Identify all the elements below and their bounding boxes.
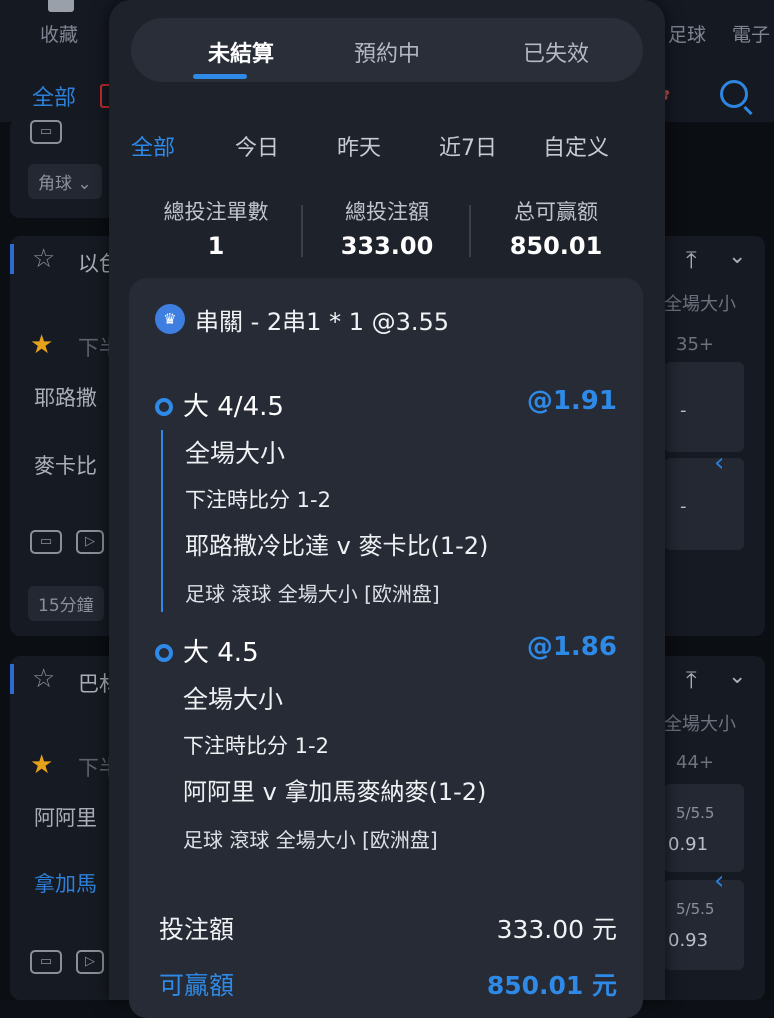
active-tab-indicator xyxy=(193,74,247,79)
market-label-1: 全場大小 xyxy=(664,294,736,315)
pin-top-icon[interactable]: ⤒ xyxy=(686,666,697,694)
stat-value-count: 1 xyxy=(207,232,225,260)
nav-favorites[interactable]: 收藏 xyxy=(40,20,78,47)
filter-custom[interactable]: 自定义 xyxy=(543,130,609,162)
card-accent xyxy=(10,244,14,274)
nav-esports[interactable]: 電子 xyxy=(732,20,770,47)
star-outline-icon[interactable]: ☆ xyxy=(32,664,55,694)
stat-value-win: 850.01 xyxy=(509,232,603,260)
leg-2-odds: @1.86 xyxy=(526,632,617,662)
leg-2-meta: 足球 滾球 全場大小 [欧洲盘] xyxy=(183,828,438,852)
away-team-1: 麥卡比 xyxy=(34,454,97,478)
leg-1-pick: 大 4/4.5 xyxy=(183,392,284,422)
pitch-icon[interactable]: ▭ xyxy=(30,120,62,144)
tab-expired[interactable]: 已失效 xyxy=(481,36,631,68)
chevron-left-icon[interactable]: ‹ xyxy=(714,448,724,478)
win-value: 850.01 元 xyxy=(486,971,617,1000)
leg-1-match: 耶路撒冷比達 v 麥卡比(1-2) xyxy=(185,532,489,560)
odds-button[interactable] xyxy=(664,784,744,872)
leg-1-meta: 足球 滾球 全場大小 [欧洲盘] xyxy=(185,582,440,606)
home-team-2: 阿阿里 xyxy=(34,806,97,830)
video-icon[interactable]: ▷ xyxy=(76,950,104,974)
filter-7days[interactable]: 近7日 xyxy=(439,130,497,162)
market-label-2: 全場大小 xyxy=(664,714,736,735)
time-chip[interactable]: 15分鐘 xyxy=(28,586,104,621)
stake-value: 333.00 元 xyxy=(496,915,617,944)
odds-value-2: 0.93 xyxy=(668,930,709,951)
win-label: 可贏額 xyxy=(159,971,235,1000)
odds-line-1: 5/5.5 xyxy=(676,804,715,822)
stat-label-win: 总可赢额 xyxy=(514,200,598,224)
tab-reserved[interactable]: 預約中 xyxy=(312,36,462,68)
search-icon[interactable] xyxy=(720,80,748,108)
bet-slip-card[interactable]: ♛ 串關 - 2串1 * 1 @3.55 大 4/4.5 @1.91 全場大小 … xyxy=(129,278,643,1018)
odds-value-1: 0.91 xyxy=(668,834,709,855)
corner-label: 角球 xyxy=(38,174,72,194)
pin-top-icon[interactable]: ⤒ xyxy=(686,246,697,274)
star-filled-icon[interactable]: ★ xyxy=(30,330,53,360)
leg-2-pick: 大 4.5 xyxy=(183,638,259,668)
nav-football[interactable]: 足球 xyxy=(668,20,706,47)
stake-label: 投注額 xyxy=(159,915,235,944)
leg-1-score: 下注時比分 1-2 xyxy=(185,488,331,512)
pitch-icon[interactable]: ▭ xyxy=(30,530,62,554)
odds-line-2: 5/5.5 xyxy=(676,900,715,918)
odds-button[interactable] xyxy=(664,880,744,970)
chevron-down-icon[interactable]: ⌄ xyxy=(728,244,746,269)
filter-yesterday[interactable]: 昨天 xyxy=(337,130,381,162)
corner-chip[interactable]: 角球 ⌄ xyxy=(28,164,102,199)
leg-dot-icon xyxy=(155,398,173,416)
parlay-title: 串關 - 2串1 * 1 @3.55 xyxy=(195,308,450,336)
more-markets-2[interactable]: 44+ xyxy=(676,752,714,773)
favorites-icon[interactable] xyxy=(48,0,74,12)
odds-dash-1: - xyxy=(680,400,687,421)
away-team-2: 拿加馬 xyxy=(34,872,97,896)
filter-all[interactable]: 全部 xyxy=(32,80,76,112)
status-tabs: 未結算 預約中 已失效 xyxy=(131,18,643,82)
more-markets-1[interactable]: 35+ xyxy=(676,334,714,355)
video-icon[interactable]: ▷ xyxy=(76,530,104,554)
leg-dot-icon xyxy=(155,644,173,662)
odds-dash-2: - xyxy=(680,496,687,517)
stat-label-count: 總投注單數 xyxy=(163,200,269,224)
star-outline-icon[interactable]: ☆ xyxy=(32,244,55,274)
chevron-down-icon[interactable]: ⌄ xyxy=(728,664,746,689)
stat-label-stake: 總投注額 xyxy=(345,200,429,224)
leg-1-odds: @1.91 xyxy=(526,386,617,416)
filter-all[interactable]: 全部 xyxy=(131,130,175,162)
card-accent xyxy=(10,664,14,694)
chevron-left-icon[interactable]: ‹ xyxy=(714,866,724,896)
leg-2-match: 阿阿里 v 拿加馬麥納麥(1-2) xyxy=(183,778,487,806)
stat-value-stake: 333.00 xyxy=(340,232,434,260)
odds-button[interactable] xyxy=(664,362,744,452)
leg-2-score: 下注時比分 1-2 xyxy=(183,734,329,758)
filter-today[interactable]: 今日 xyxy=(235,130,279,162)
star-filled-icon[interactable]: ★ xyxy=(30,750,53,780)
leg-1-market: 全場大小 xyxy=(185,439,286,468)
pitch-icon[interactable]: ▭ xyxy=(30,950,62,974)
tab-unsettled[interactable]: 未結算 xyxy=(166,36,316,68)
home-team-1: 耶路撒 xyxy=(34,386,97,410)
trophy-icon: ♛ xyxy=(155,304,185,334)
bet-record-panel: 未結算 預約中 已失效 全部 今日 昨天 近7日 自定义 總投注單數 1 總投注… xyxy=(109,0,665,1018)
leg-connector xyxy=(161,430,163,612)
odds-button[interactable] xyxy=(664,458,744,550)
leg-2-market: 全場大小 xyxy=(183,685,284,714)
